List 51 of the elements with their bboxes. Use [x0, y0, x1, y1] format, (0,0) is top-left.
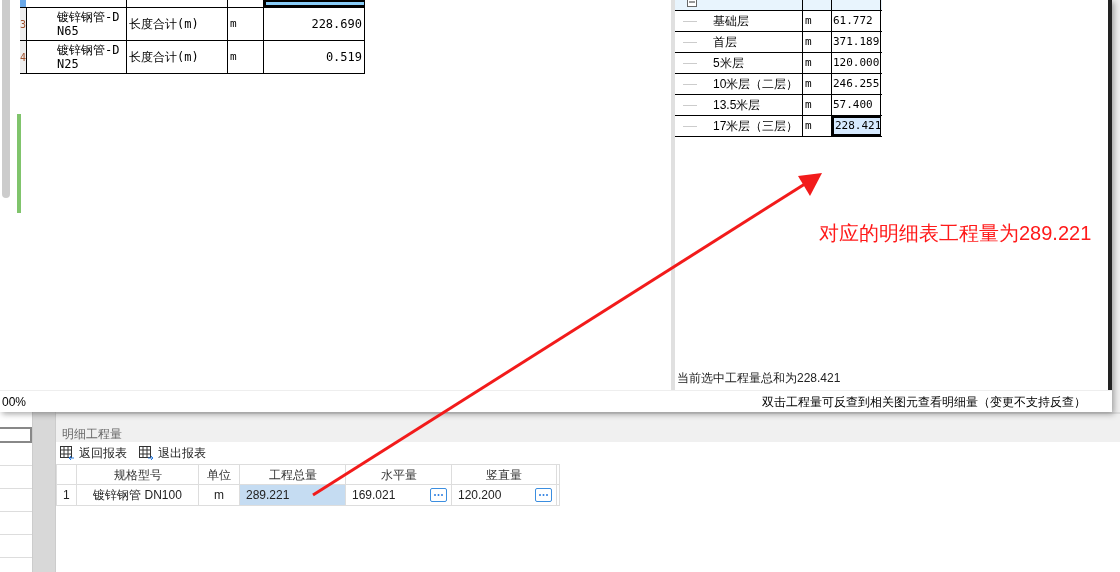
zoom-level-text: 00%: [1, 393, 27, 411]
tree-item[interactable]: 基础层: [713, 12, 749, 30]
table-cell: 镀锌钢管-DN25: [26, 41, 127, 73]
table-cell[interactable]: 228.421: [832, 116, 881, 136]
more-button[interactable]: [535, 488, 552, 502]
back-button[interactable]: 返回报表: [60, 444, 127, 462]
table-cell: m: [803, 95, 832, 115]
table-cell: 0.519: [264, 41, 365, 73]
column-header: 单位: [199, 465, 240, 484]
tree-item[interactable]: 10米层（二层）: [713, 75, 799, 93]
table-cell[interactable]: 120.000: [832, 53, 881, 73]
table-cell: m: [803, 53, 832, 73]
table-cell: 长度合计(m): [127, 41, 228, 73]
panel-title: 明细工程量: [56, 412, 1120, 442]
row-number: 4: [20, 41, 26, 73]
column-header: 水平量: [346, 465, 452, 484]
row-number: 3: [20, 8, 26, 40]
column-header: 竖直量: [452, 465, 557, 484]
selection-sum-text: 当前选中工程量总和为228.421: [676, 370, 842, 387]
table-icon: [60, 446, 75, 460]
table-cell[interactable]: 61.772: [832, 11, 881, 31]
table-cell-text: 289.221: [246, 487, 291, 504]
table-cell: m: [228, 8, 264, 40]
collapse-icon[interactable]: [687, 0, 697, 7]
exit-button[interactable]: 退出报表: [139, 444, 206, 462]
table-cell: 228.690: [264, 8, 365, 40]
table-cell[interactable]: 246.255: [832, 74, 881, 94]
tree-item[interactable]: 首层: [713, 33, 737, 51]
more-button[interactable]: [430, 488, 447, 502]
table-icon: [139, 446, 154, 460]
annotation-text: 对应的明细表工程量为289.221: [819, 221, 1092, 246]
table-cell: m: [228, 41, 264, 73]
column-header: 规格型号: [77, 465, 199, 484]
tree-item[interactable]: 17米层（三层）: [713, 117, 799, 135]
table-cell: 长度合计(m): [127, 8, 228, 40]
table-cell[interactable]: 371.189: [832, 32, 881, 52]
table-cell: m: [803, 74, 832, 94]
tree-item[interactable]: 13.5米层: [713, 96, 761, 114]
table-cell: 镀锌钢管-DN65: [26, 8, 127, 40]
table-cell-text: 169.021: [352, 487, 397, 504]
table-cell: m: [803, 32, 832, 52]
tree-item[interactable]: 5米层: [713, 54, 744, 72]
table-cell[interactable]: 57.400: [832, 95, 881, 115]
table-cell-text: 镀锌钢管 DN100: [92, 487, 183, 504]
table-cell: m: [803, 11, 832, 31]
splitter-handle[interactable]: [17, 114, 21, 213]
table-cell-text: 120.200: [458, 487, 503, 504]
row-number: 1: [57, 485, 77, 505]
table-cell-text: m: [213, 487, 225, 504]
hint-text: 双击工程量可反查到相关图元查看明细量（变更不支持反查）: [762, 393, 1087, 411]
column-header: 工程总量: [240, 465, 346, 484]
